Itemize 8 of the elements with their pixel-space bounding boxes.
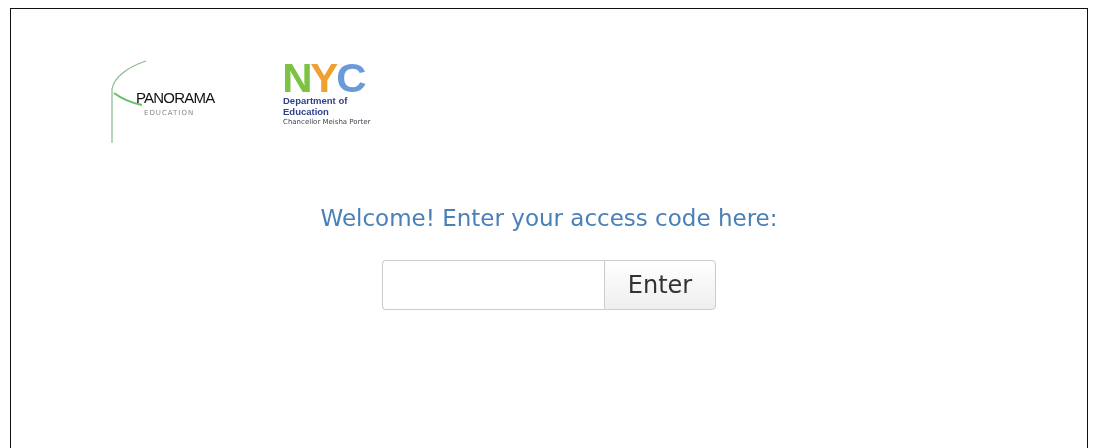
logo-letter: N (282, 61, 312, 95)
logo-text: Department of (283, 95, 349, 106)
welcome-heading: Welcome! Enter your access code here: (319, 205, 779, 231)
enter-button[interactable]: Enter (604, 260, 716, 310)
access-code-field[interactable] (382, 260, 604, 310)
logo-letter: Y (310, 61, 338, 95)
logo-name: PANORAMA (136, 89, 215, 106)
logo-text: Education (283, 106, 330, 117)
